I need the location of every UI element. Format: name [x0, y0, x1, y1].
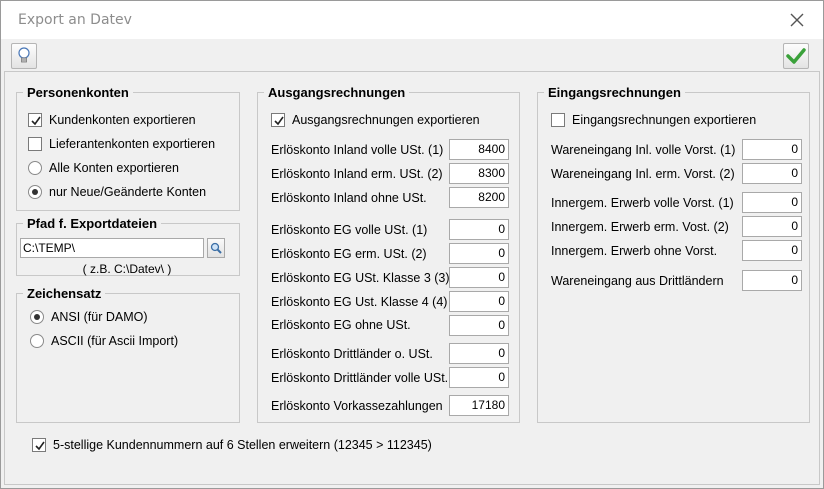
- check-icon: [35, 441, 45, 451]
- pfad-group: Pfad f. Exportdateien C:\TEMP\ ( z.B. C:…: [16, 216, 240, 276]
- erloeskonto-input[interactable]: 0: [449, 343, 509, 364]
- row-label: Erlöskonto EG volle USt. (1): [271, 223, 428, 237]
- ansi-label: ANSI (für DAMO): [51, 310, 148, 324]
- erloeskonto-input[interactable]: 17180: [449, 395, 509, 416]
- ascii-label: ASCII (für Ascii Import): [51, 334, 179, 348]
- lieferantenkonten-checkbox[interactable]: Lieferantenkonten exportieren: [28, 137, 215, 151]
- neue-konten-radio[interactable]: nur Neue/Geänderte Konten: [28, 185, 206, 199]
- lightbulb-icon: [18, 47, 30, 63]
- toolbar: [1, 39, 823, 71]
- lieferantenkonten-label: Lieferantenkonten exportieren: [49, 137, 216, 151]
- check-icon: [31, 116, 41, 126]
- row-label: Wareneingang aus Drittländern: [551, 274, 724, 288]
- eingangsrechnungen-group: Eingangsrechnungen Eingangsrechnungen ex…: [537, 85, 810, 423]
- row-label: Erlöskonto EG Ust. Klasse 4 (4): [271, 295, 448, 309]
- innergem-input[interactable]: 0: [742, 240, 802, 261]
- kundennummern-checkbox[interactable]: 5-stellige Kundennummern auf 6 Stellen e…: [32, 438, 432, 452]
- pfad-title: Pfad f. Exportdateien: [23, 216, 162, 232]
- alle-konten-radio[interactable]: Alle Konten exportieren: [28, 161, 179, 175]
- erloeskonto-input[interactable]: 0: [449, 219, 509, 240]
- row-label: Erlöskonto Vorkassezahlungen: [271, 399, 443, 413]
- neue-konten-label: nur Neue/Geänderte Konten: [49, 185, 207, 199]
- close-icon[interactable]: [787, 10, 807, 30]
- ausgangsrechnungen-export-label: Ausgangsrechnungen exportieren: [292, 113, 480, 127]
- zeichensatz-title: Zeichensatz: [23, 286, 106, 302]
- eingangsrechnungen-export-label: Eingangsrechnungen exportieren: [572, 113, 757, 127]
- checkbox-box[interactable]: [28, 113, 42, 127]
- ausgangsrechnungen-export-checkbox[interactable]: Ausgangsrechnungen exportieren: [271, 113, 480, 127]
- row-label: Erlöskonto EG ohne USt.: [271, 318, 411, 332]
- row-label: Erlöskonto Inland ohne USt.: [271, 191, 427, 205]
- wareneingang-input[interactable]: 0: [742, 139, 802, 160]
- checkbox-box[interactable]: [551, 113, 565, 127]
- checkbox-box[interactable]: [32, 438, 46, 452]
- row-label: Erlöskonto EG USt. Klasse 3 (3): [271, 271, 449, 285]
- row-label: Wareneingang Inl. volle Vorst. (1): [551, 143, 736, 157]
- radio-circle[interactable]: [30, 334, 44, 348]
- search-icon: [210, 242, 222, 254]
- radio-circle[interactable]: [28, 161, 42, 175]
- row-label: Erlöskonto Inland erm. USt. (2): [271, 167, 443, 181]
- erloeskonto-input[interactable]: 0: [449, 243, 509, 264]
- browse-button[interactable]: [207, 238, 225, 258]
- export-path-input[interactable]: C:\TEMP\: [20, 238, 204, 258]
- row-label: Erlöskonto Inland volle USt. (1): [271, 143, 444, 157]
- innergem-input[interactable]: 0: [742, 216, 802, 237]
- kundenkonten-checkbox[interactable]: Kundenkonten exportieren: [28, 113, 196, 127]
- help-button[interactable]: [11, 43, 37, 69]
- ascii-radio[interactable]: ASCII (für Ascii Import): [30, 334, 178, 348]
- title-bar: Export an Datev: [1, 1, 823, 39]
- personenkonten-title: Personenkonten: [23, 85, 133, 101]
- ausgangsrechnungen-group: Ausgangsrechnungen Ausgangsrechnungen ex…: [257, 85, 520, 423]
- radio-circle[interactable]: [28, 185, 42, 199]
- kundenkonten-label: Kundenkonten exportieren: [49, 113, 196, 127]
- erloeskonto-input[interactable]: 0: [449, 315, 509, 336]
- ok-button[interactable]: [783, 43, 809, 69]
- drittlaender-input[interactable]: 0: [742, 270, 802, 291]
- erloeskonto-input[interactable]: 8200: [449, 187, 509, 208]
- path-hint: ( z.B. C:\Datev\ ): [82, 262, 172, 276]
- erloeskonto-input[interactable]: 0: [449, 267, 509, 288]
- alle-konten-label: Alle Konten exportieren: [49, 161, 179, 175]
- checkmark-icon: [786, 48, 806, 64]
- erloeskonto-input[interactable]: 0: [449, 367, 509, 388]
- check-icon: [274, 116, 284, 126]
- zeichensatz-group: Zeichensatz ANSI (für DAMO) ASCII (für A…: [16, 286, 240, 423]
- personenkonten-group: Personenkonten Kundenkonten exportieren …: [16, 85, 240, 211]
- row-label: Innergem. Erwerb volle Vorst. (1): [551, 196, 734, 210]
- dialog-body: Personenkonten Kundenkonten exportieren …: [4, 71, 820, 485]
- window-title: Export an Datev: [18, 12, 132, 28]
- erloeskonto-input[interactable]: 8300: [449, 163, 509, 184]
- row-label: Innergem. Erwerb ohne Vorst.: [551, 244, 718, 258]
- kundennummern-label: 5-stellige Kundennummern auf 6 Stellen e…: [53, 438, 432, 452]
- eingangsrechnungen-title: Eingangsrechnungen: [544, 85, 685, 101]
- ausgangsrechnungen-title: Ausgangsrechnungen: [264, 85, 410, 101]
- row-label: Erlöskonto Drittländer o. USt.: [271, 347, 433, 361]
- row-label: Erlöskonto Drittländer volle USt.: [271, 371, 449, 385]
- eingangsrechnungen-export-checkbox[interactable]: Eingangsrechnungen exportieren: [551, 113, 756, 127]
- row-label: Wareneingang Inl. erm. Vorst. (2): [551, 167, 735, 181]
- erloeskonto-input[interactable]: 8400: [449, 139, 509, 160]
- row-label: Erlöskonto EG erm. USt. (2): [271, 247, 427, 261]
- ansi-radio[interactable]: ANSI (für DAMO): [30, 310, 148, 324]
- checkbox-box[interactable]: [271, 113, 285, 127]
- wareneingang-input[interactable]: 0: [742, 163, 802, 184]
- innergem-input[interactable]: 0: [742, 192, 802, 213]
- checkbox-box[interactable]: [28, 137, 42, 151]
- row-label: Innergem. Erwerb erm. Vost. (2): [551, 220, 729, 234]
- export-dialog: Export an Datev Personenkonten Kundenkon…: [0, 0, 824, 489]
- erloeskonto-input[interactable]: 0: [449, 291, 509, 312]
- radio-circle[interactable]: [30, 310, 44, 324]
